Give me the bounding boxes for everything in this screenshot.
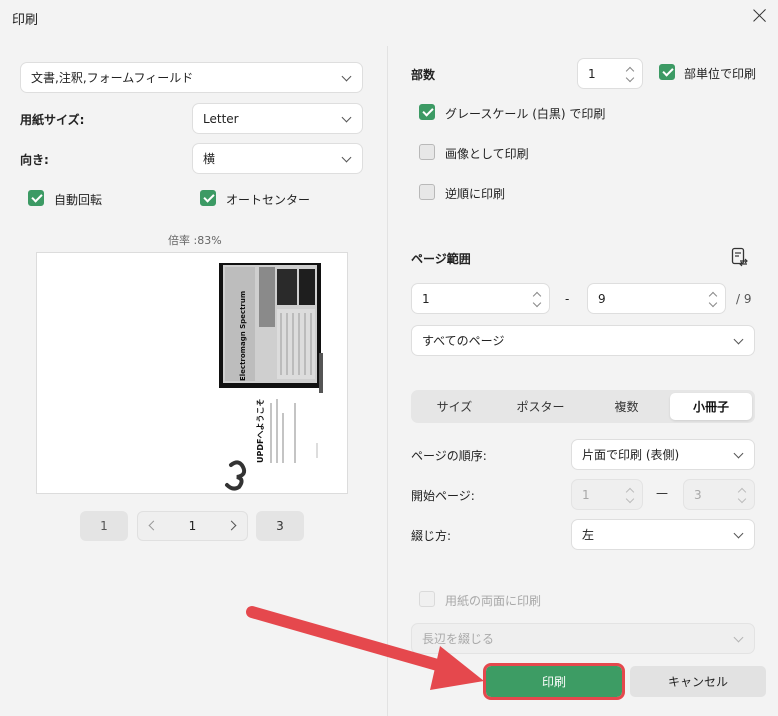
orientation-value: 横	[203, 152, 216, 166]
reverse-label: 逆順に印刷	[445, 187, 506, 201]
title-bar	[0, 0, 778, 34]
range-select[interactable]: すべてのページ	[411, 325, 755, 356]
pager-last-label: 3	[276, 519, 284, 533]
auto-rotate-label: 自動回転	[54, 193, 103, 207]
paper-size-select[interactable]: Letter	[192, 103, 363, 134]
range-to-value: 9	[598, 291, 606, 306]
chevron-down-icon	[341, 152, 352, 163]
panel-divider	[387, 46, 388, 716]
content-select[interactable]: 文書,注釈,フォームフィールド	[20, 62, 363, 93]
pager-first-label: 1	[100, 519, 108, 533]
copies-label: 部数	[411, 68, 436, 82]
preview-welcome-title: UPDFへようこそ	[256, 399, 265, 463]
tab-multiple[interactable]: 複数	[586, 393, 667, 420]
chevron-right-icon[interactable]	[226, 520, 237, 531]
collate-label: 部単位で印刷	[684, 67, 757, 81]
page-order-label: ページの順序:	[411, 449, 487, 463]
edge-select[interactable]: 長辺を綴じる	[411, 623, 755, 654]
as-image-checkbox[interactable]	[419, 144, 435, 160]
paper-size-label: 用紙サイズ:	[20, 113, 85, 127]
as-image-label: 画像として印刷	[445, 147, 529, 161]
range-select-value: すべてのページ	[422, 334, 505, 348]
layout-tabs: サイズ ポスター 複数 小冊子	[411, 390, 755, 423]
duplex-checkbox[interactable]	[419, 591, 435, 607]
copies-value: 1	[588, 66, 596, 81]
orientation-select[interactable]: 横	[192, 143, 363, 174]
page-swap-icon[interactable]	[731, 247, 749, 267]
cancel-button-label: キャンセル	[667, 675, 728, 689]
start-to-input[interactable]: 3	[683, 479, 755, 510]
start-from-value: 1	[582, 487, 590, 502]
chevron-left-icon[interactable]	[148, 520, 159, 531]
spin-down-icon	[625, 494, 635, 504]
start-from-input[interactable]: 1	[571, 479, 643, 510]
pager-first-button[interactable]: 1	[80, 511, 128, 541]
spin-down-icon	[737, 494, 747, 504]
zoom-label: 倍率 :83%	[168, 234, 222, 247]
dialog-title: 印刷	[12, 13, 39, 28]
copies-input[interactable]: 1	[577, 58, 643, 89]
orientation-label: 向き:	[20, 153, 49, 167]
range-total: / 9	[736, 292, 752, 306]
binding-select[interactable]: 左	[571, 519, 755, 550]
paper-size-value: Letter	[203, 111, 239, 126]
page-order-value: 片面で印刷 (表側)	[582, 448, 680, 462]
range-from-input[interactable]: 1	[411, 283, 550, 314]
auto-center-checkbox[interactable]	[200, 190, 216, 206]
spin-down-icon[interactable]	[708, 298, 718, 308]
auto-center-label: オートセンター	[226, 193, 311, 207]
page-range-label: ページ範囲	[411, 252, 471, 266]
content-select-value: 文書,注釈,フォームフィールド	[31, 71, 194, 85]
print-button-label: 印刷	[541, 675, 566, 689]
chevron-down-icon	[733, 334, 744, 345]
cancel-button[interactable]: キャンセル	[630, 666, 766, 697]
auto-rotate-checkbox[interactable]	[28, 190, 44, 206]
binding-label: 綴じ方:	[411, 529, 452, 543]
spin-down-icon[interactable]	[532, 298, 542, 308]
start-to-value: 3	[694, 487, 702, 502]
spin-down-icon[interactable]	[625, 73, 635, 83]
tab-size[interactable]: サイズ	[414, 393, 495, 420]
chevron-down-icon	[733, 632, 744, 643]
close-icon[interactable]	[748, 4, 772, 28]
pager-last-button[interactable]: 3	[256, 511, 304, 541]
start-dash: —	[656, 486, 668, 500]
range-to-input[interactable]: 9	[587, 283, 726, 314]
tab-poster[interactable]: ポスター	[499, 393, 582, 420]
reverse-checkbox[interactable]	[419, 184, 435, 200]
tab-booklet[interactable]: 小冊子	[670, 393, 752, 420]
grayscale-label: グレースケール (白黒) で印刷	[445, 107, 606, 121]
range-dash: -	[565, 292, 570, 306]
chevron-down-icon	[733, 528, 744, 539]
pager-current-value[interactable]: 1	[189, 519, 197, 533]
edge-select-value: 長辺を綴じる	[422, 632, 495, 646]
page-order-select[interactable]: 片面で印刷 (表側)	[571, 439, 755, 470]
preview-page-graphic: Electromagn Spectrum UPDFへようこそ	[219, 263, 323, 491]
chevron-down-icon	[341, 112, 352, 123]
collate-checkbox[interactable]	[659, 64, 675, 80]
grayscale-checkbox[interactable]	[419, 104, 435, 120]
chevron-down-icon	[341, 71, 352, 82]
start-page-label: 開始ページ:	[411, 489, 475, 503]
print-button[interactable]: 印刷	[483, 663, 625, 700]
range-from-value: 1	[422, 291, 430, 306]
preview-spectrum-title: Electromagn Spectrum	[239, 291, 247, 381]
duplex-label: 用紙の両面に印刷	[445, 594, 542, 608]
pager-current: 1	[137, 511, 248, 541]
chevron-down-icon	[733, 448, 744, 459]
print-preview: Electromagn Spectrum UPDFへようこそ	[36, 252, 348, 494]
binding-value: 左	[582, 528, 595, 542]
